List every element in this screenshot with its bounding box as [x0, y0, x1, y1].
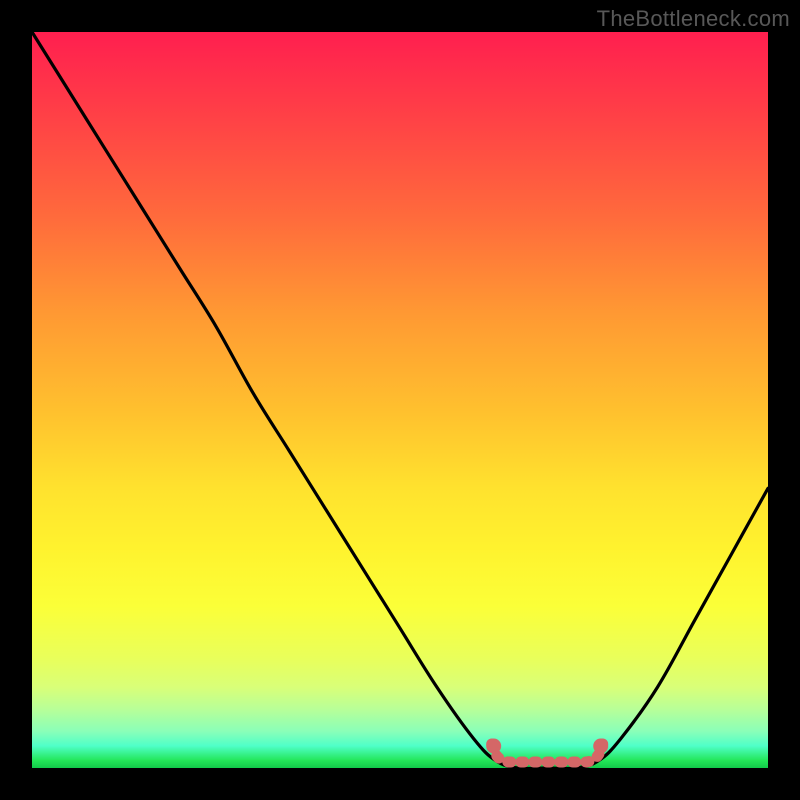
valley-marker-path	[492, 744, 603, 762]
watermark-text: TheBottleneck.com	[597, 6, 790, 32]
chart-frame: TheBottleneck.com	[0, 0, 800, 800]
chart-plot-area	[32, 32, 768, 768]
valley-marker-dot-left	[486, 739, 501, 754]
valley-marker-dot-right	[593, 739, 608, 754]
bottleneck-curve-path	[32, 32, 768, 769]
bottleneck-curve-svg	[32, 32, 768, 768]
